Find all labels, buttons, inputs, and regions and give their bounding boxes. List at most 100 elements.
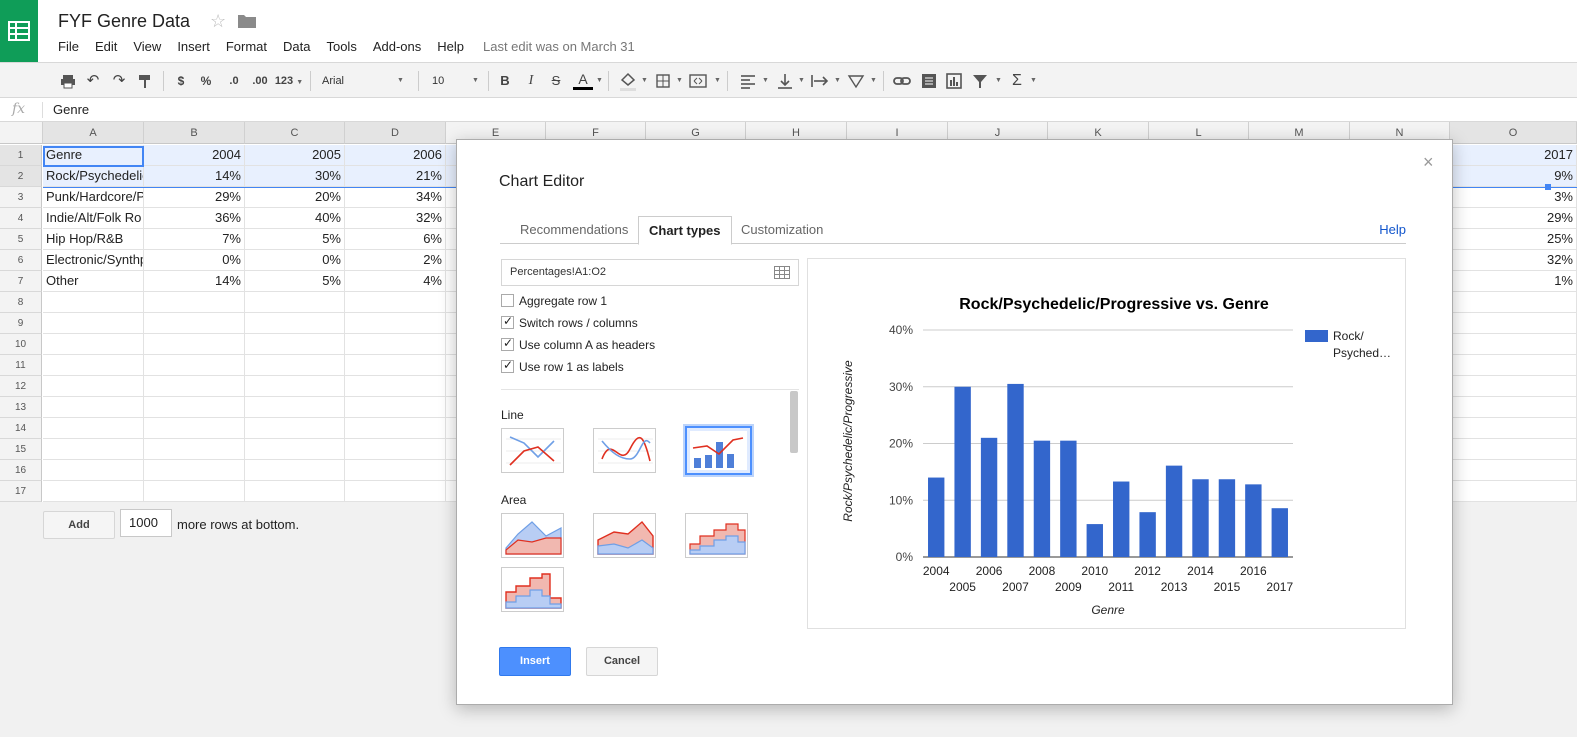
font-size-select[interactable]: 10 ▼ [432,70,480,92]
menu-file[interactable]: File [50,38,87,56]
grid-cell[interactable] [345,481,446,502]
more-formats-button[interactable]: 123 ▼ [273,70,305,92]
grid-cell[interactable] [1450,292,1577,313]
chart-type-stacked-area[interactable] [593,513,656,558]
row-header-4[interactable]: 4 [0,208,42,229]
print-icon[interactable] [59,70,77,92]
filter-icon[interactable] [971,70,989,92]
row-header-6[interactable]: 6 [0,250,42,271]
row-header-14[interactable]: 14 [0,418,42,439]
column-header-a[interactable]: A [43,122,144,144]
chart-type-area[interactable] [501,513,564,558]
row-header-17[interactable]: 17 [0,481,42,502]
row-header-7[interactable]: 7 [0,271,42,292]
grid-cell[interactable]: 32% [1450,250,1577,271]
grid-cell[interactable] [144,376,245,397]
grid-cell[interactable] [43,481,144,502]
row-header-13[interactable]: 13 [0,397,42,418]
grid-cell[interactable] [245,355,345,376]
grid-cell[interactable] [345,418,446,439]
row-header-8[interactable]: 8 [0,292,42,313]
grid-cell[interactable]: 9% [1450,166,1577,187]
grid-cell[interactable] [43,355,144,376]
row-header-16[interactable]: 16 [0,460,42,481]
checkbox[interactable] [501,316,514,329]
grid-cell[interactable] [245,313,345,334]
grid-cell[interactable] [43,439,144,460]
grid-cell[interactable]: 25% [1450,229,1577,250]
grid-cell[interactable] [245,418,345,439]
grid-cell[interactable]: 7% [144,229,245,250]
row-header-3[interactable]: 3 [0,187,42,208]
grid-cell[interactable]: 5% [245,271,345,292]
grid-cell[interactable] [345,334,446,355]
grid-cell[interactable]: 6% [345,229,446,250]
grid-cell[interactable] [144,481,245,502]
chart-type-combo[interactable] [685,426,752,475]
grid-cell[interactable] [144,334,245,355]
grid-cell[interactable]: 40% [245,208,345,229]
bar-2009[interactable] [1060,440,1077,557]
font-family-select[interactable]: Arial ▼ [322,70,404,92]
row-header-11[interactable]: 11 [0,355,42,376]
row-header-10[interactable]: 10 [0,334,42,355]
menu-addons[interactable]: Add-ons [365,38,429,56]
menu-view[interactable]: View [125,38,169,56]
grid-cell[interactable]: 21% [345,166,446,187]
bar-2015[interactable] [1218,479,1236,557]
bar-2012[interactable] [1139,512,1156,557]
text-rotation-icon[interactable] [846,70,866,92]
row-header-15[interactable]: 15 [0,439,42,460]
star-icon[interactable]: ☆ [210,11,226,32]
grid-cell[interactable]: 5% [245,229,345,250]
tab-chart-types[interactable]: Chart types [638,216,732,245]
bar-2010[interactable] [1086,524,1103,557]
grid-cell[interactable] [1450,397,1577,418]
chart-type-smooth-line[interactable] [593,428,656,473]
grid-cell[interactable]: 2006 [345,145,446,166]
strikethrough-button[interactable]: S [549,70,563,92]
vertical-align-icon[interactable] [776,70,794,92]
grid-cell[interactable] [1450,355,1577,376]
grid-cell[interactable]: 20% [245,187,345,208]
paint-format-icon[interactable] [136,70,154,92]
text-color-button[interactable]: A [573,70,593,90]
column-header-d[interactable]: D [345,122,446,144]
grid-cell[interactable]: Punk/Hardcore/P [43,187,144,208]
grid-cell[interactable]: 4% [345,271,446,292]
grid-cell[interactable]: 1% [1450,271,1577,292]
grid-cell[interactable] [43,376,144,397]
menu-insert[interactable]: Insert [169,38,218,56]
bar-2006[interactable] [980,437,998,557]
italic-button[interactable]: I [524,70,538,92]
functions-icon[interactable]: Σ [1009,70,1025,92]
increase-decimal-button[interactable]: .00 [248,70,272,92]
data-range-input[interactable]: Percentages!A1:O2 [501,259,799,286]
menu-data[interactable]: Data [275,38,318,56]
option-switch-rows-columns[interactable]: Switch rows / columns [501,315,638,333]
row-header-9[interactable]: 9 [0,313,42,334]
grid-cell[interactable] [144,397,245,418]
row-header-5[interactable]: 5 [0,229,42,250]
insert-chart-icon[interactable] [945,70,963,92]
option-column-a-headers[interactable]: Use column A as headers [501,337,655,355]
grid-cell[interactable] [43,460,144,481]
tab-recommendations[interactable]: Recommendations [510,216,638,244]
bar-2004[interactable] [928,477,945,557]
grid-cell[interactable]: 2005 [245,145,345,166]
currency-format-button[interactable]: $ [174,70,188,92]
sheets-logo[interactable] [0,0,38,62]
grid-cell[interactable]: 29% [144,187,245,208]
option-row-1-labels[interactable]: Use row 1 as labels [501,359,624,377]
bar-2011[interactable] [1113,481,1130,557]
grid-cell[interactable]: 30% [245,166,345,187]
merge-cells-icon[interactable] [688,70,708,92]
grid-cell[interactable] [144,292,245,313]
borders-icon[interactable] [655,70,671,92]
align-left-icon[interactable] [739,70,757,92]
grid-cell[interactable] [1450,481,1577,502]
row-header-12[interactable]: 12 [0,376,42,397]
grid-cell[interactable]: Indie/Alt/Folk Ro [43,208,144,229]
bold-button[interactable]: B [498,70,512,92]
grid-cell[interactable] [345,292,446,313]
